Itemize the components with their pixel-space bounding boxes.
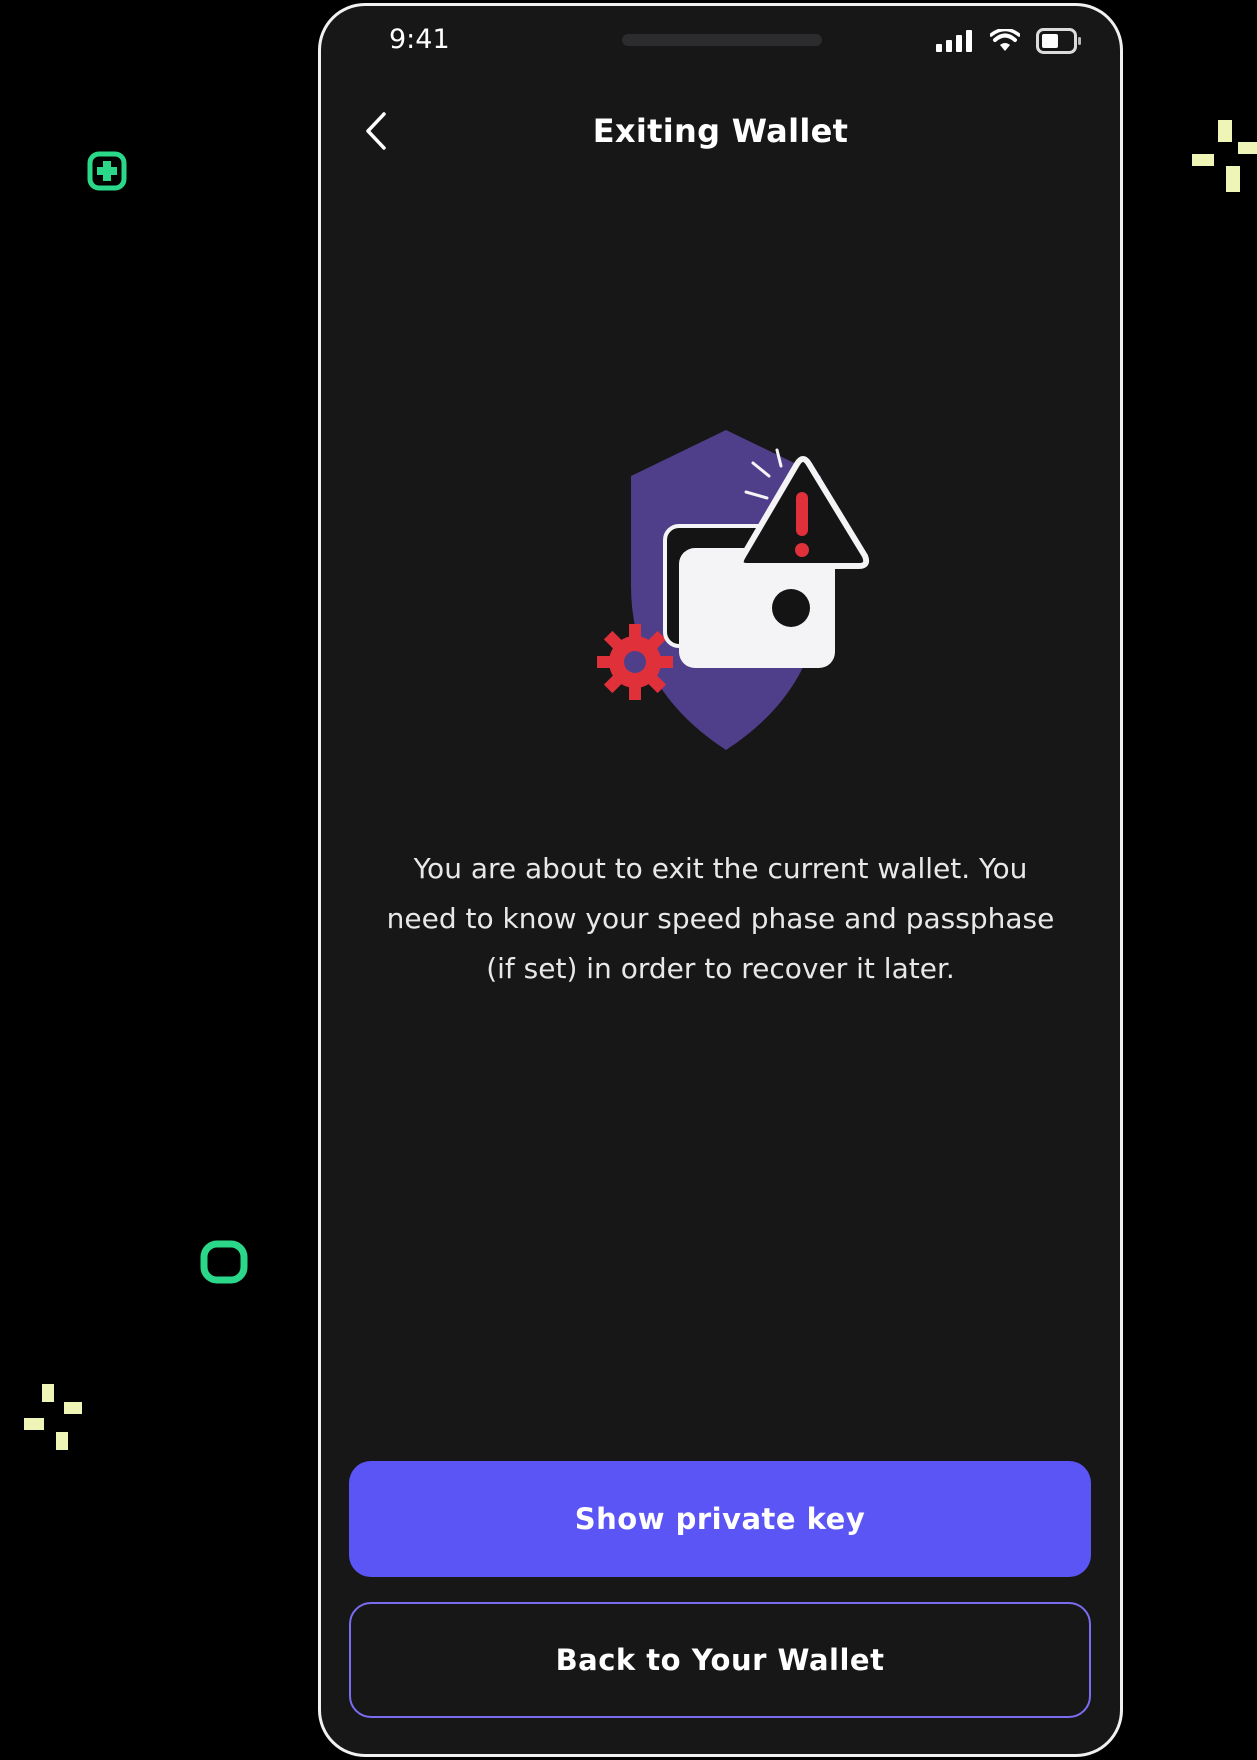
wifi-icon — [990, 29, 1020, 51]
status-bar: 9:41 — [321, 6, 1120, 76]
signal-icon — [936, 30, 972, 52]
plus-decoration-icon — [87, 151, 127, 191]
phone-screen: 9:41 Exiting Wallet You are about to exi… — [321, 6, 1120, 1754]
exit-warning-message: You are about to exit the current wallet… — [386, 852, 1055, 985]
page-title: Exiting Wallet — [592, 112, 849, 150]
battery-icon — [1036, 28, 1081, 54]
sparkle-decoration-icon — [24, 1384, 82, 1450]
shield-wallet-warning-illustration — [597, 430, 870, 750]
show-private-key-button[interactable]: Show private key — [349, 1461, 1091, 1577]
back-to-wallet-button[interactable]: Back to Your Wallet — [349, 1602, 1091, 1718]
notch — [622, 34, 822, 46]
sparkle-decoration-icon — [1192, 120, 1257, 192]
header: Exiting Wallet — [321, 96, 1120, 166]
status-icons — [936, 28, 1082, 54]
status-time: 9:41 — [389, 24, 450, 55]
ring-decoration-icon — [200, 1240, 248, 1284]
